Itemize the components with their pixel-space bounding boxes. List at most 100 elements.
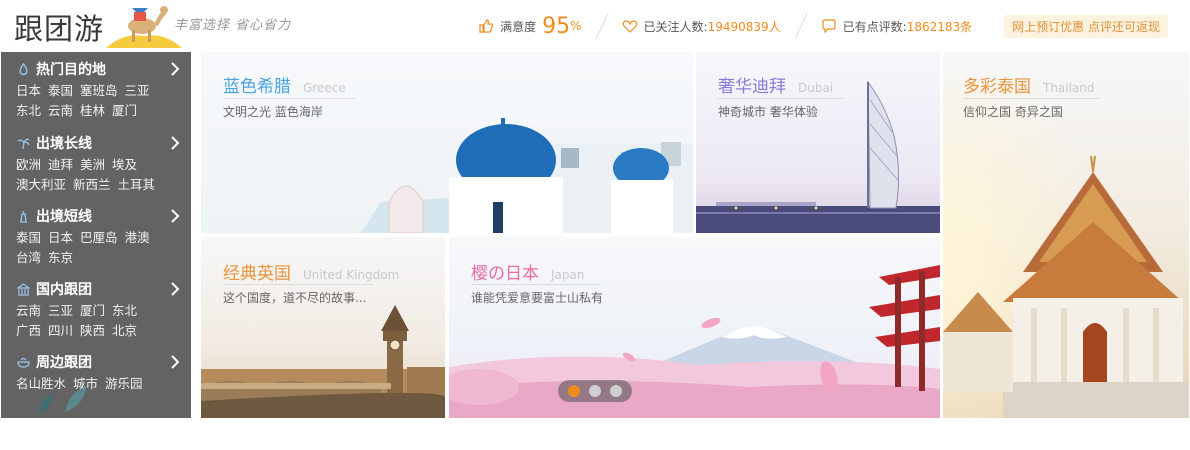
- sidebar-link[interactable]: 游乐园: [105, 376, 143, 391]
- followers-stat: 已关注人数: 19490839人: [622, 18, 781, 35]
- logo-text[interactable]: 跟团游: [14, 6, 104, 48]
- banner-subtitle: 文明之光 蓝色海岸: [223, 105, 323, 119]
- sidebar-link[interactable]: 四川: [48, 323, 73, 338]
- sidebar-link[interactable]: 三亚: [125, 83, 150, 98]
- teacup-icon: [17, 357, 30, 368]
- header: 跟团游 丰富选择 省心省力 满意度 95 % 已关注人数: 19490839人 …: [0, 0, 1190, 52]
- reviews-value: 1862183条: [906, 19, 973, 34]
- banner-title-cn: 经典英国: [223, 264, 291, 284]
- sidebar-link[interactable]: 台湾: [16, 250, 41, 265]
- sidebar-link[interactable]: 土耳其: [118, 177, 156, 192]
- sidebar-group-title[interactable]: 周边跟团: [17, 353, 92, 371]
- thumbs-up-icon: [479, 19, 494, 33]
- banner-japan[interactable]: 樱の日本 Japan 谁能凭爱意要富士山私有: [449, 237, 940, 418]
- sidebar-group-label: 出境短线: [36, 209, 92, 225]
- divider: [223, 284, 373, 285]
- sidebar-link[interactable]: 泰国: [48, 83, 73, 98]
- sidebar-group-title[interactable]: 出境短线: [17, 207, 92, 225]
- sidebar-link[interactable]: 巴厘岛: [80, 230, 118, 245]
- banner-title: 经典英国 United Kingdom: [223, 259, 399, 284]
- carousel-dot-3[interactable]: [609, 385, 622, 397]
- sidebar-link[interactable]: 东北: [16, 103, 41, 118]
- sidebar-link[interactable]: 日本: [48, 230, 73, 245]
- sidebar-link[interactable]: 美洲: [80, 157, 105, 172]
- sidebar-link[interactable]: 东京: [48, 250, 73, 265]
- promo-badge[interactable]: 网上预订优惠 点评还可返现: [1004, 14, 1168, 38]
- followers-value: 19490839人: [707, 19, 781, 34]
- sidebar-group-label: 周边跟团: [36, 355, 92, 371]
- sidebar-link[interactable]: 陕西: [80, 323, 105, 338]
- banner-greece[interactable]: 蓝色希腊 Greece 文明之光 蓝色海岸: [201, 52, 693, 233]
- banner-subtitle: 信仰之国 奇异之国: [963, 105, 1063, 119]
- sidebar-link[interactable]: 三亚: [48, 303, 73, 318]
- sidebar-link[interactable]: 欧洲: [16, 157, 41, 172]
- sidebar-link[interactable]: 澳大利亚: [16, 177, 66, 192]
- banner-title-en: Dubai: [798, 81, 834, 95]
- chevron-right-icon[interactable]: [169, 281, 181, 297]
- satisfaction-label: 满意度: [500, 19, 537, 34]
- page: 跟团游 丰富选择 省心省力 满意度 95 % 已关注人数: 19490839人 …: [0, 0, 1190, 450]
- banner-title: 蓝色希腊 Greece: [223, 72, 346, 97]
- banner-dubai[interactable]: 奢华迪拜 Dubai 神奇城市 奢华体验: [696, 52, 940, 233]
- divider: [595, 12, 608, 40]
- sidebar-link[interactable]: 桂林: [80, 103, 105, 118]
- sidebar-group-title[interactable]: 出境长线: [17, 134, 92, 152]
- banner-title: 多彩泰国 Thailand: [963, 72, 1095, 97]
- comment-icon: [822, 19, 836, 34]
- banner-title-cn: 樱の日本: [471, 264, 539, 284]
- sidebar-link[interactable]: 日本: [16, 83, 41, 98]
- satisfaction-value: 95: [542, 13, 571, 39]
- carousel-dot-1[interactable]: [568, 385, 581, 397]
- banner-subtitle: 谁能凭爱意要富士山私有: [471, 291, 604, 305]
- banner-thailand[interactable]: 多彩泰国 Thailand 信仰之国 奇异之国: [943, 52, 1189, 418]
- camel-mascot-icon: [106, 6, 182, 48]
- chevron-right-icon[interactable]: [169, 61, 181, 77]
- banner-title-en: Japan: [551, 268, 585, 282]
- sidebar-link[interactable]: 泰国: [16, 230, 41, 245]
- slogan: 丰富选择 省心省力: [174, 18, 292, 33]
- sidebar-link[interactable]: 广西: [16, 323, 41, 338]
- palm-tree-icon: [17, 138, 30, 149]
- leaf-decoration-icon: [39, 386, 87, 414]
- sidebar-links: 欧洲 迪拜 美洲 埃及澳大利亚 新西兰 土耳其: [16, 155, 181, 195]
- sidebar-group-label: 国内跟团: [36, 282, 92, 298]
- sidebar-link[interactable]: 埃及: [112, 157, 137, 172]
- sidebar-link[interactable]: 云南: [48, 103, 73, 118]
- banner-title-cn: 多彩泰国: [963, 77, 1031, 97]
- sidebar-group-title[interactable]: 国内跟团: [17, 280, 92, 298]
- banner-subtitle: 这个国度，道不尽的故事...: [223, 291, 367, 305]
- sidebar-link[interactable]: 港澳: [125, 230, 150, 245]
- sidebar-links: 日本 泰国 塞班岛 三亚东北 云南 桂林 厦门: [16, 81, 181, 121]
- banner-title: 奢华迪拜 Dubai: [718, 72, 833, 97]
- carousel-pagination: [558, 380, 632, 402]
- sidebar-links: 云南 三亚 厦门 东北广西 四川 陕西 北京: [16, 301, 181, 341]
- chevron-right-icon[interactable]: [169, 208, 181, 224]
- sidebar-link[interactable]: 新西兰: [73, 177, 111, 192]
- chevron-right-icon[interactable]: [169, 135, 181, 151]
- sidebar-link[interactable]: 云南: [16, 303, 41, 318]
- sidebar-group-label: 热门目的地: [36, 62, 106, 78]
- sidebar: 热门目的地 日本 泰国 塞班岛 三亚 东北 云南 桂林 厦门 出境长线 欧洲 迪拜 美洲 埃及 澳大利…: [1, 52, 191, 418]
- chevron-right-icon[interactable]: [169, 354, 181, 370]
- divider: [471, 284, 601, 285]
- sidebar-link[interactable]: 迪拜: [48, 157, 73, 172]
- sidebar-link[interactable]: 东北: [112, 303, 137, 318]
- sidebar-link[interactable]: 厦门: [112, 103, 137, 118]
- reviews-label: 已有点评数:: [842, 19, 907, 34]
- heart-icon: [622, 20, 637, 33]
- sidebar-link[interactable]: 北京: [112, 323, 137, 338]
- banner-uk[interactable]: 经典英国 United Kingdom 这个国度，道不尽的故事...: [201, 237, 445, 418]
- banner-title-en: Thailand: [1043, 81, 1095, 95]
- sidebar-group-title[interactable]: 热门目的地: [17, 60, 106, 78]
- banner-title-en: United Kingdom: [303, 268, 400, 282]
- sidebar-link[interactable]: 厦门: [80, 303, 105, 318]
- sidebar-link[interactable]: 塞班岛: [80, 83, 118, 98]
- satisfaction-unit: %: [570, 19, 582, 33]
- divider: [794, 12, 808, 40]
- carousel-dot-2[interactable]: [588, 385, 601, 397]
- stats-bar: 满意度 95 % 已关注人数: 19490839人 已有点评数: 1862183…: [478, 12, 1168, 40]
- banner-title-cn: 奢华迪拜: [718, 77, 786, 97]
- banner-title-en: Greece: [303, 81, 346, 95]
- sidebar-links: 泰国 日本 巴厘岛 港澳台湾 东京: [16, 228, 181, 268]
- divider: [223, 98, 355, 99]
